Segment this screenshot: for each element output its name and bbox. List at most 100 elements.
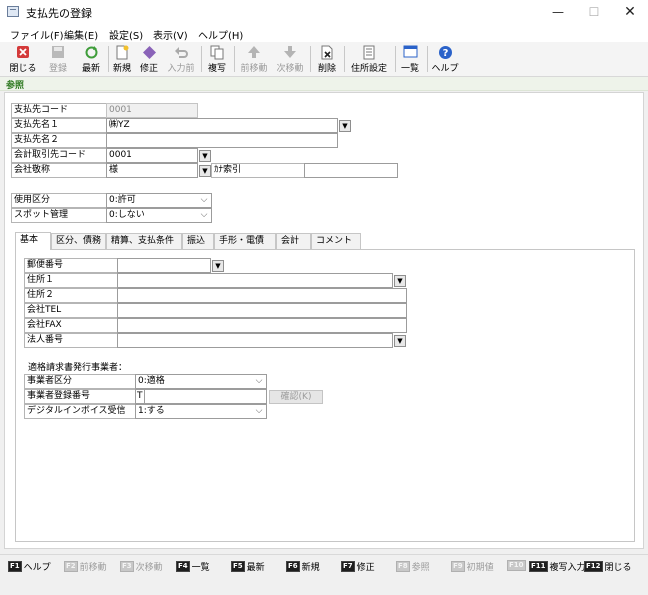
disk-icon [50, 44, 66, 60]
usage-label: 使用区分 [11, 193, 107, 208]
addr2-label: 住所２ [24, 288, 118, 303]
name2-label: 支払先名２ [11, 133, 107, 148]
toolbar-list-button[interactable]: 一覧 [398, 44, 422, 75]
postal-dropdown-button[interactable]: ▼ [212, 260, 224, 272]
window-icon [7, 6, 19, 17]
edit-diamond-icon [141, 44, 157, 60]
basic-tab-panel: 郵便番号 ▼ 住所１ ▼ 住所２ 会社TEL 会社FAX 法人番号 ▼ 適格請求… [15, 249, 635, 542]
toolbar: 閉じる 登録 最新 新規 修正 入力前 複写 前移動 次移動 削除 住所設定 一… [0, 42, 648, 77]
maximize-button[interactable]: ☐ [576, 0, 612, 24]
postal-field[interactable] [117, 258, 211, 273]
tab-bill[interactable]: 手形・電債 [214, 233, 276, 249]
title-bar: 支払先の登録 — ☐ ✕ [0, 0, 648, 24]
corp-no-label: 法人番号 [24, 333, 118, 348]
fkey-f8-view[interactable]: F8 参照 [396, 560, 430, 573]
toolbar-help-button[interactable]: ? ヘルプ [431, 44, 459, 75]
spot-select[interactable]: 0:しない ⌵ [106, 208, 212, 223]
tel-label: 会社TEL [24, 303, 118, 318]
fkey-f12-close[interactable]: F12 閉じる [584, 560, 632, 573]
check-button[interactable]: 確認(K) [269, 390, 323, 404]
kana-field[interactable] [304, 163, 398, 178]
refresh-icon [83, 44, 99, 60]
addr1-dropdown-button[interactable]: ▼ [394, 275, 406, 287]
fax-field[interactable] [117, 318, 407, 333]
toolbar-refresh-button[interactable]: 最新 [77, 44, 105, 75]
fkey-f7-edit[interactable]: F7 修正 [341, 560, 375, 573]
fkey-f11-copy-input[interactable]: F11 複写入力 [529, 560, 586, 573]
window-title: 支払先の登録 [26, 7, 92, 20]
close-red-icon [15, 44, 31, 60]
chevron-down-icon: ⌵ [200, 195, 208, 205]
menu-file[interactable]: ファイル(F) [10, 27, 64, 42]
toolbar-register-button[interactable]: 登録 [44, 44, 72, 75]
tab-comment[interactable]: コメント [311, 233, 361, 249]
honorific-label: 会社敬称 [11, 163, 107, 178]
tab-transfer[interactable]: 振込 [182, 233, 214, 249]
toolbar-prev-button[interactable]: 前移動 [238, 44, 270, 75]
toolbar-delete-button[interactable]: 削除 [314, 44, 340, 75]
name1-dropdown-button[interactable]: ▼ [339, 120, 351, 132]
addr1-field[interactable] [117, 273, 393, 288]
tab-accounting[interactable]: 会計 [276, 233, 311, 249]
fkey-f9-default[interactable]: F9 初期値 [451, 560, 494, 573]
corp-no-dropdown-button[interactable]: ▼ [394, 335, 406, 347]
fkey-f5-refresh[interactable]: F5 最新 [231, 560, 265, 573]
fax-label: 会社FAX [24, 318, 118, 333]
mode-strip: 参照 [0, 77, 648, 91]
fkey-f10[interactable]: F10 [507, 560, 528, 571]
digital-invoice-select[interactable]: 1:する ⌵ [135, 404, 267, 419]
fkey-f2-prev[interactable]: F2 前移動 [64, 560, 107, 573]
fkey-f6-new[interactable]: F6 新規 [286, 560, 320, 573]
status-bar [0, 576, 648, 595]
toolbar-input-before-button[interactable]: 入力前 [165, 44, 197, 75]
biz-type-label: 事業者区分 [24, 374, 136, 389]
arrow-up-icon [246, 44, 262, 60]
fkey-f1-help[interactable]: F1 ヘルプ [8, 560, 51, 573]
arrow-down-icon [282, 44, 298, 60]
tab-category-debt[interactable]: 区分、債務 [51, 233, 106, 249]
tel-field[interactable] [117, 303, 407, 318]
reg-no-field[interactable] [144, 389, 267, 404]
svg-text:?: ? [442, 48, 448, 59]
reg-no-label: 事業者登録番号 [24, 389, 136, 404]
acct-code-field[interactable]: 0001 [106, 148, 198, 163]
toolbar-close-button[interactable]: 閉じる [8, 44, 38, 75]
delete-icon [319, 44, 335, 60]
corp-no-field[interactable] [117, 333, 393, 348]
minimize-button[interactable]: — [540, 0, 576, 24]
biz-type-select[interactable]: 0:適格 ⌵ [135, 374, 267, 389]
fkey-f3-next[interactable]: F3 次移動 [120, 560, 163, 573]
tab-settlement[interactable]: 精算、支払条件 [106, 233, 182, 249]
fkey-f4-list[interactable]: F4 一覧 [176, 560, 210, 573]
postal-label: 郵便番号 [24, 258, 118, 273]
name2-field[interactable] [106, 133, 338, 148]
undo-icon [173, 44, 189, 60]
close-window-button[interactable]: ✕ [612, 0, 648, 24]
help-icon: ? [437, 44, 453, 60]
usage-select[interactable]: 0:許可 ⌵ [106, 193, 212, 208]
acct-code-label: 会計取引先コード [11, 148, 107, 163]
toolbar-new-button[interactable]: 新規 [110, 44, 134, 75]
chevron-down-icon: ⌵ [255, 376, 263, 386]
addr2-field[interactable] [117, 288, 407, 303]
acct-code-dropdown-button[interactable]: ▼ [199, 150, 211, 162]
toolbar-copy-button[interactable]: 複写 [204, 44, 230, 75]
name1-field[interactable]: ㈱YZ [106, 118, 338, 133]
menu-edit[interactable]: 編集(E) [64, 27, 98, 42]
honorific-dropdown-button[interactable]: ▼ [199, 165, 211, 177]
toolbar-address-setting-button[interactable]: 住所設定 [348, 44, 390, 75]
tab-basic[interactable]: 基本 [15, 232, 51, 250]
toolbar-edit-button[interactable]: 修正 [137, 44, 161, 75]
address-list-icon [361, 44, 377, 60]
menu-view[interactable]: 表示(V) [153, 27, 188, 42]
honorific-field[interactable]: 様 [106, 163, 198, 178]
menu-settings[interactable]: 設定(S) [109, 27, 143, 42]
chevron-down-icon: ⌵ [255, 406, 263, 416]
code-field[interactable]: 0001 [106, 103, 198, 118]
toolbar-next-button[interactable]: 次移動 [274, 44, 306, 75]
spot-label: スポット管理 [11, 208, 107, 223]
function-key-bar: F1 ヘルプ F2 前移動 F3 次移動 F4 一覧 F5 最新 F6 新規 F7 修正 F8… [0, 554, 648, 576]
code-label: 支払先コード [11, 103, 107, 118]
digital-invoice-label: デジタルインボイス受信 [24, 404, 136, 419]
menu-help[interactable]: ヘルプ(H) [198, 27, 243, 42]
